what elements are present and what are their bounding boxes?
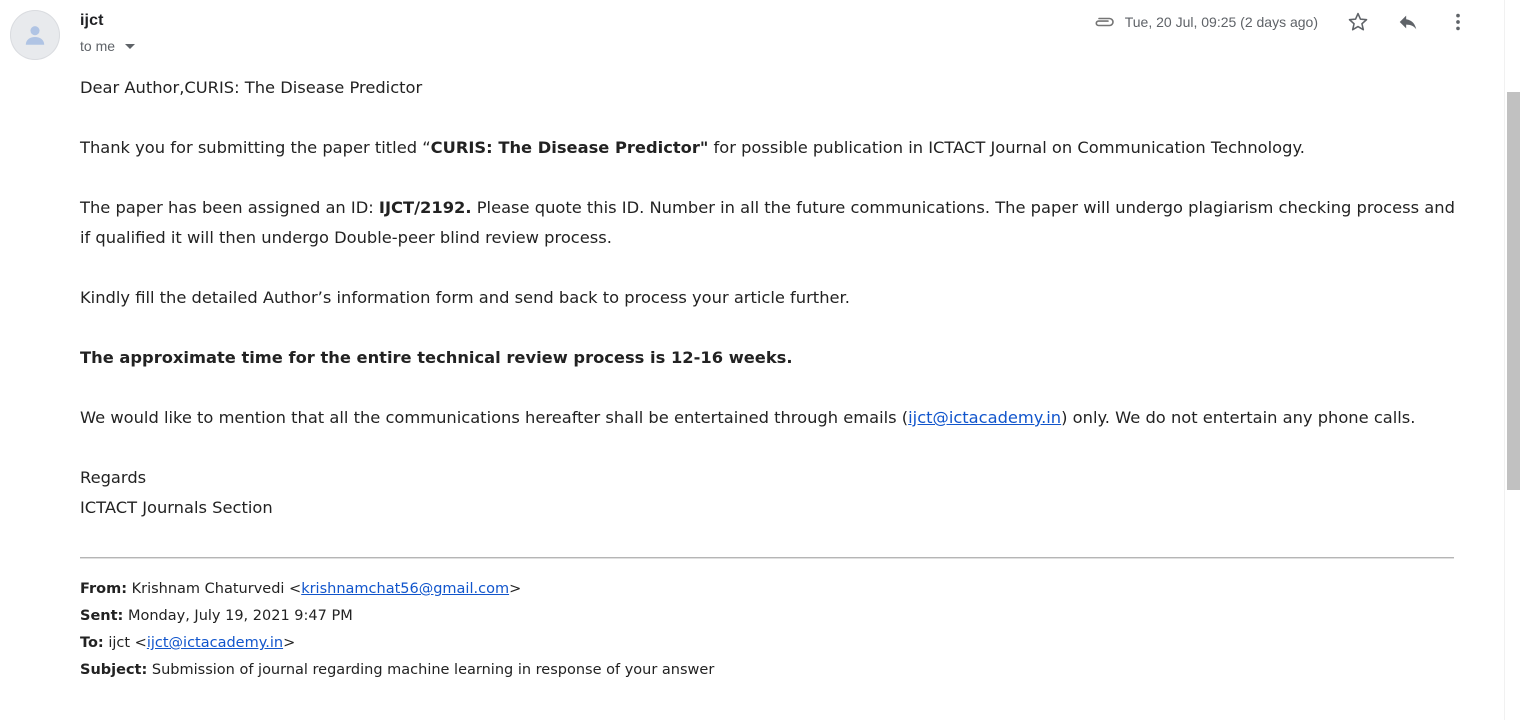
reply-icon[interactable] — [1394, 8, 1422, 36]
paper-title: CURIS: The Disease Predictor" — [430, 138, 709, 157]
paragraph-communication: We would like to mention that all the co… — [80, 408, 1416, 427]
paper-id: IJCT/2192. — [378, 198, 472, 217]
avatar[interactable] — [10, 10, 60, 60]
sender-name[interactable]: ijct — [80, 12, 104, 30]
recipient-details[interactable]: to me — [80, 38, 136, 54]
to-me-label: to me — [80, 38, 116, 54]
original-message-header: From: Krishnam Chaturvedi <krishnamchat5… — [80, 576, 1460, 684]
star-icon[interactable] — [1344, 8, 1372, 36]
more-vert-icon[interactable] — [1444, 8, 1472, 36]
message-body: Dear Author,CURIS: The Disease Predictor… — [80, 73, 1460, 523]
subject-row: Subject: Submission of journal regarding… — [80, 662, 715, 678]
to-row: To: ijct <ijct@ictacademy.in> — [80, 635, 296, 651]
person-icon — [25, 26, 45, 45]
from-row: From: Krishnam Chaturvedi <krishnamchat5… — [80, 581, 522, 597]
scrollbar-thumb[interactable] — [1507, 92, 1520, 490]
signature: ICTACT Journals Section — [80, 498, 273, 517]
sent-row: Sent: Monday, July 19, 2021 9:47 PM — [80, 608, 353, 624]
chevron-down-icon[interactable] — [125, 43, 136, 49]
from-email-link[interactable]: krishnamchat56@gmail.com — [301, 581, 509, 597]
attachment-icon — [1093, 15, 1115, 29]
greeting: Dear Author,CURIS: The Disease Predictor — [80, 78, 423, 97]
paragraph-submission: Thank you for submitting the paper title… — [80, 138, 1305, 157]
regards: Regards — [80, 468, 147, 487]
paragraph-author-form: Kindly fill the detailed Author’s inform… — [80, 288, 850, 307]
to-email-link[interactable]: ijct@ictacademy.in — [147, 635, 283, 651]
paragraph-paper-id: The paper has been assigned an ID: IJCT/… — [80, 198, 1455, 247]
divider — [80, 557, 1454, 558]
message-actions: Tue, 20 Jul, 09:25 (2 days ago) — [1093, 9, 1472, 35]
email-link[interactable]: ijct@ictacademy.in — [908, 408, 1061, 427]
paragraph-review-time: The approximate time for the entire tech… — [80, 348, 793, 367]
message-date: Tue, 20 Jul, 09:25 (2 days ago) — [1124, 14, 1318, 30]
